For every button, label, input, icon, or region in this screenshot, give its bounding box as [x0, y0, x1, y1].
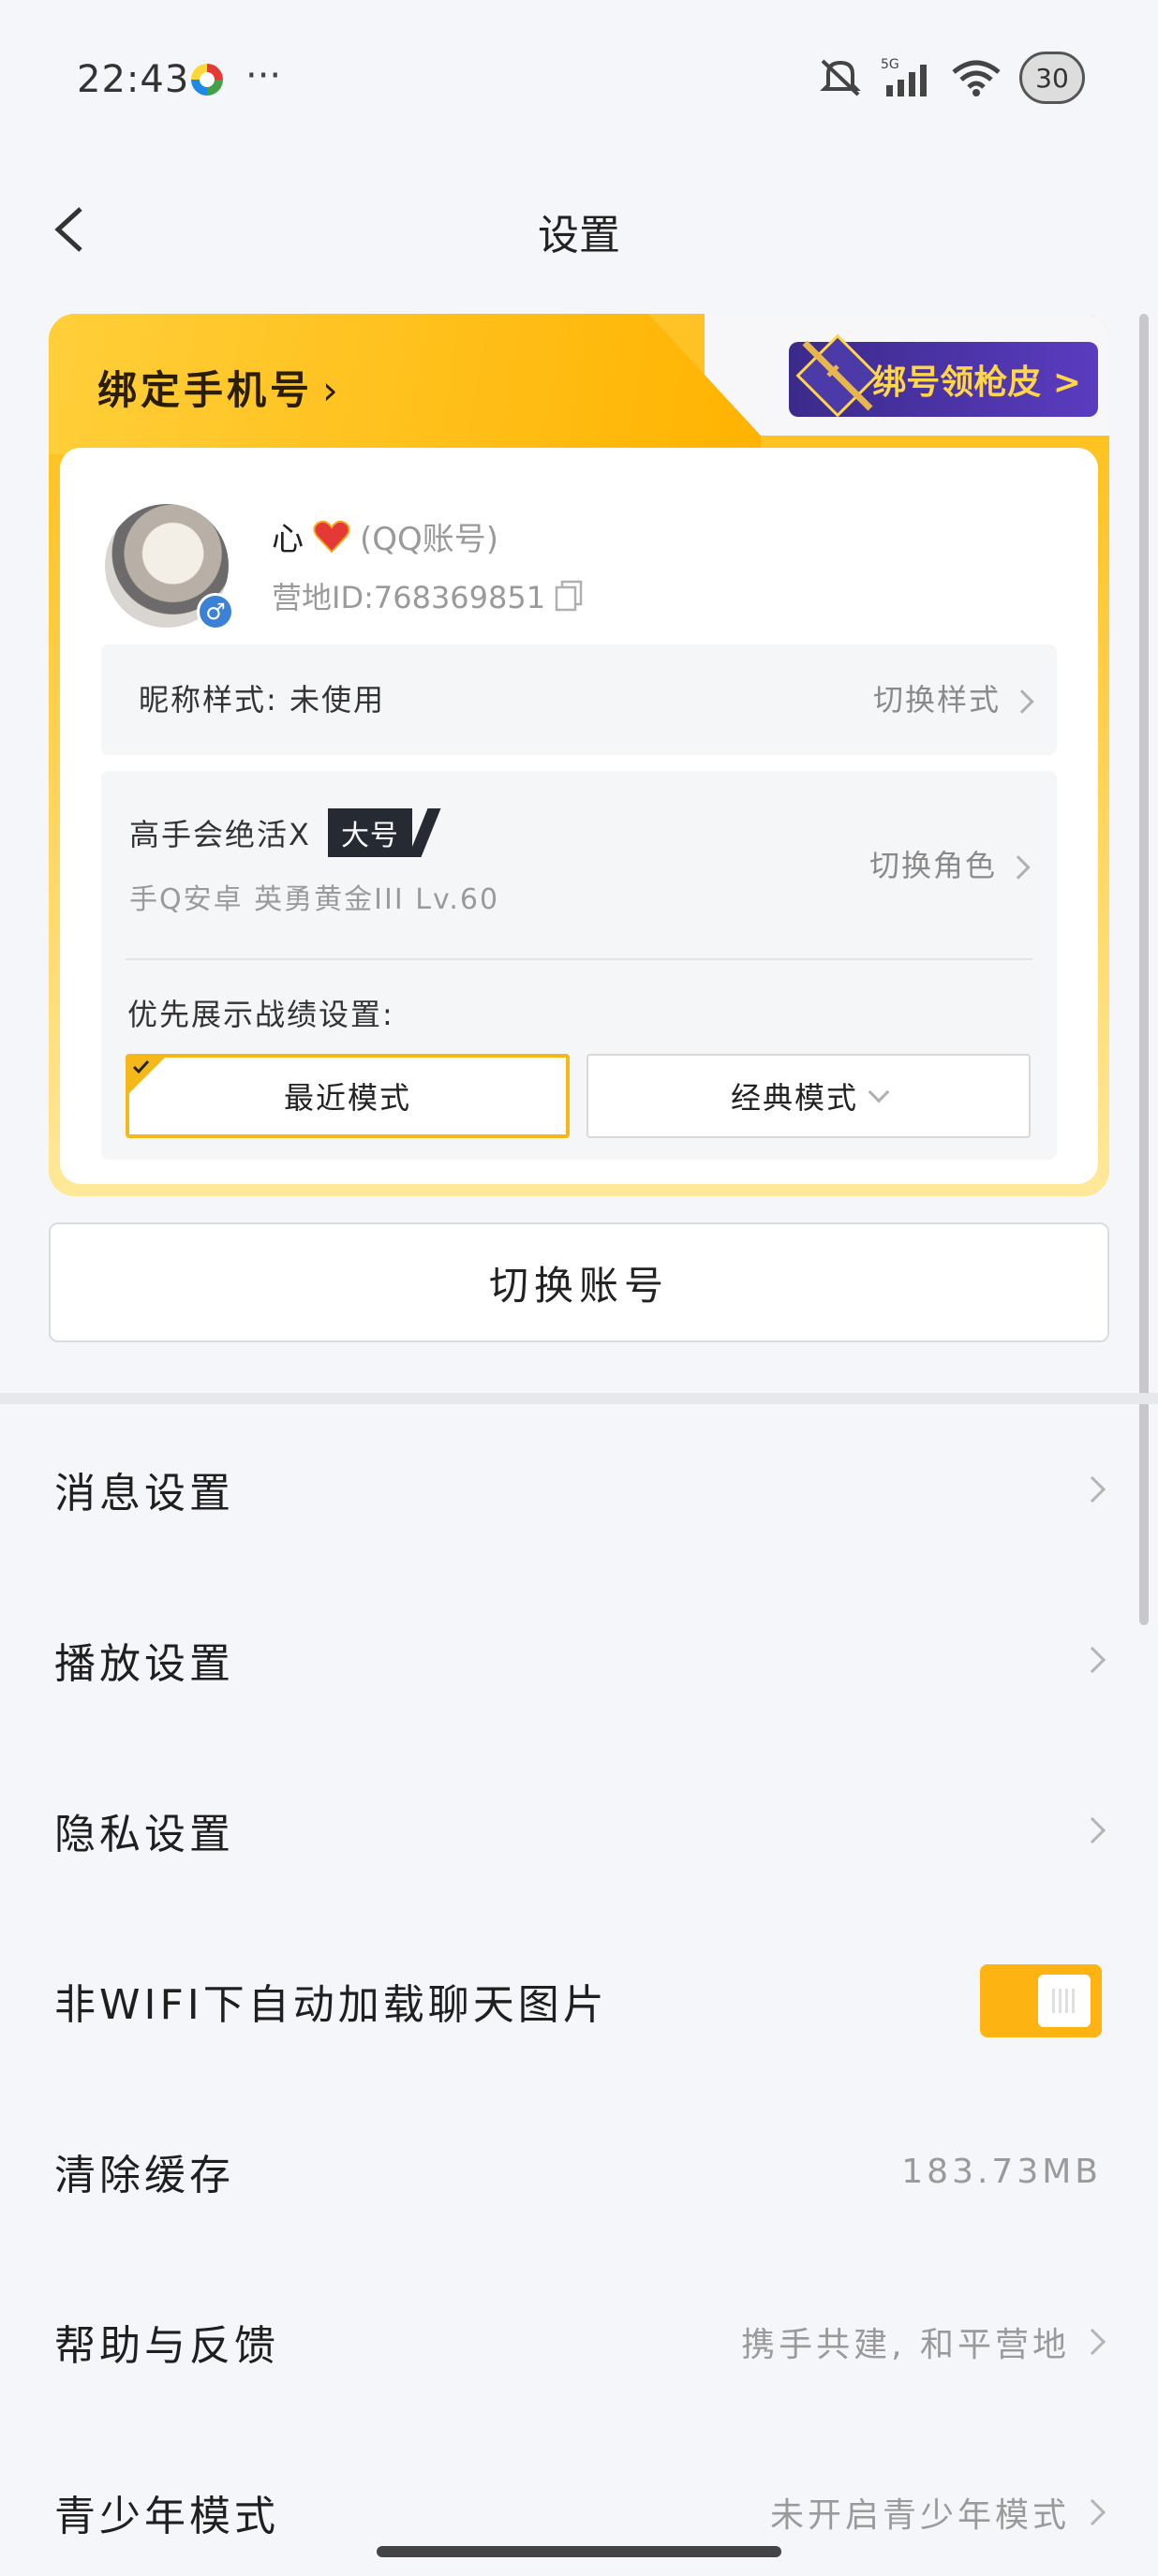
status-icons: 5G 30 [817, 52, 1085, 104]
row-right [1070, 1816, 1106, 1844]
skin-banner-label: 绑号领枪皮 > [872, 363, 1081, 402]
user-name: 心 [272, 521, 304, 558]
message-settings-row[interactable]: 消息设置 [0, 1404, 1158, 1575]
classic-mode-dropdown[interactable]: 经典模式 [586, 1054, 1031, 1138]
gun-skin-icon [795, 333, 880, 418]
mute-icon [820, 59, 861, 96]
bind-phone-link[interactable]: 绑定手机号 › [97, 359, 342, 416]
bind-phone-label: 绑定手机号 [97, 367, 314, 413]
heart-icon [313, 520, 350, 553]
signal-icon: 5G [881, 57, 927, 96]
row-right: 携手共建, 和平营地 [741, 2317, 1106, 2366]
more-notifications-icon: ··· [245, 54, 282, 97]
classic-mode-label: 经典模式 [730, 1080, 858, 1116]
recent-mode-option[interactable]: 最近模式 [126, 1054, 570, 1138]
role-name: 高手会绝活X [129, 817, 311, 852]
role-name-row: 高手会绝活X 大号 [129, 808, 412, 857]
battery-indicator: 30 [1019, 52, 1085, 104]
chevron-right-icon [1078, 1646, 1106, 1674]
row-label: 青少年模式 [54, 2493, 279, 2540]
chevron-right-icon [1078, 1816, 1106, 1844]
nickname-style-label: 昵称样式: 未使用 [139, 682, 385, 718]
chevron-right-icon [1078, 1475, 1106, 1503]
check-icon [132, 1059, 150, 1074]
row-label: 播放设置 [54, 1640, 234, 1688]
status-time: 22:43 [77, 58, 190, 101]
toggle-knob [1038, 1975, 1091, 2027]
role-info: 手Q安卓 英勇黄金III Lv.60 [129, 883, 500, 916]
chevron-right-icon: › [322, 367, 342, 413]
user-name-row: 心 (QQ账号) [272, 513, 498, 559]
switch-account-button[interactable]: 切换账号 [49, 1222, 1109, 1342]
row-right [1070, 1646, 1106, 1674]
recent-mode-label: 最近模式 [283, 1080, 411, 1116]
app-notification-icon [191, 64, 223, 96]
male-icon: ♂ [197, 593, 234, 630]
page-title: 设置 [538, 212, 620, 259]
section-divider [0, 1393, 1158, 1404]
row-label: 帮助与反馈 [54, 2322, 279, 2370]
chevron-right-icon [1010, 689, 1034, 714]
chevron-right-icon [1078, 2328, 1106, 2356]
clear-cache-row[interactable]: 清除缓存 183.73MB [0, 2086, 1158, 2257]
chevron-down-icon [868, 1081, 890, 1103]
home-indicator[interactable] [377, 2546, 781, 2557]
status-bar: 22:43 ··· 5G 30 [0, 0, 1158, 159]
row-label: 清除缓存 [54, 2152, 234, 2199]
switch-style-label: 切换样式 [872, 682, 1001, 718]
account-type: (QQ账号) [360, 521, 499, 558]
wifi-icon [952, 60, 1001, 96]
wifi-image-autoload-row: 非WIFI下自动加载聊天图片 [0, 1916, 1158, 2086]
row-right [980, 1964, 1102, 2037]
chevron-right-icon [1078, 2498, 1106, 2526]
settings-list: 消息设置 播放设置 隐私设置 非WIFI下自动加载聊天图片 清除缓存 183.7… [0, 1404, 1158, 2576]
camp-id-row: 营地ID:768369851 [272, 574, 583, 617]
row-label: 非WIFI下自动加载聊天图片 [54, 1981, 608, 2029]
row-label: 消息设置 [54, 1470, 234, 1517]
divider [126, 958, 1032, 960]
row-value: 未开启青少年模式 [769, 2496, 1070, 2535]
row-label: 隐私设置 [54, 1811, 234, 1858]
page-header: 设置 [0, 183, 1158, 276]
priority-record-label: 优先展示战绩设置: [127, 997, 394, 1032]
copy-icon[interactable] [555, 580, 583, 612]
main-account-badge: 大号 [327, 808, 412, 857]
switch-role-label: 切换角色 [868, 848, 997, 883]
privacy-settings-row[interactable]: 隐私设置 [0, 1745, 1158, 1916]
switch-role-link[interactable]: 切换角色 [868, 842, 1031, 885]
row-right [1070, 1475, 1106, 1503]
account-card-body: ♂ 心 (QQ账号) 营地ID:768369851 昵称样式: 未使用 切换样式… [60, 448, 1098, 1184]
nickname-style-row[interactable]: 昵称样式: 未使用 切换样式 [101, 644, 1057, 755]
switch-style-link[interactable]: 切换样式 [872, 676, 1034, 719]
account-card: 绑定手机号 › 绑号领枪皮 > ♂ 心 (QQ账号) 营地ID:768369851 [49, 314, 1109, 1196]
grip-icon [1052, 1989, 1076, 2013]
role-panel: 高手会绝活X 大号 手Q安卓 英勇黄金III Lv.60 切换角色 优先展示战绩… [101, 771, 1057, 1160]
camp-id: 营地ID:768369851 [272, 580, 546, 615]
chevron-right-icon [1006, 855, 1031, 880]
playback-settings-row[interactable]: 播放设置 [0, 1575, 1158, 1745]
row-value: 携手共建, 和平营地 [741, 2326, 1070, 2364]
network-type-label: 5G [881, 57, 899, 72]
cache-size: 183.73MB [901, 2152, 1102, 2191]
row-right: 未开启青少年模式 [769, 2488, 1106, 2537]
autoload-toggle[interactable] [980, 1964, 1102, 2037]
help-feedback-row[interactable]: 帮助与反馈 携手共建, 和平营地 [0, 2257, 1158, 2427]
skin-reward-banner[interactable]: 绑号领枪皮 > [789, 333, 1098, 418]
